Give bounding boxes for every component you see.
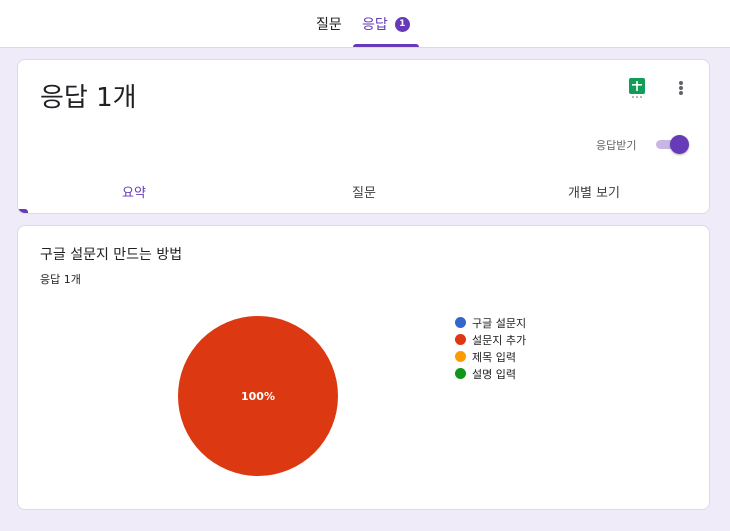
tab-question[interactable]: 질문 <box>352 182 376 201</box>
tab-responses[interactable]: 응답 1 <box>362 0 410 48</box>
accept-responses-toggle[interactable] <box>654 134 690 154</box>
pie-data-label: 100% <box>241 390 275 403</box>
question-summary-card: 구글 설문지 만드는 방법 응답 1개 100% 구글 설문지설문지 추가제목 … <box>17 225 710 510</box>
tab-responses-label: 응답 <box>362 17 388 33</box>
legend-swatch <box>455 351 466 362</box>
more-vert-icon[interactable] <box>672 78 690 98</box>
responses-header-card: 응답 1개 응답받기 요약 질문 개별 보기 <box>17 59 710 214</box>
sheets-icon[interactable] <box>629 78 645 98</box>
responses-title: 응답 1개 <box>40 83 137 113</box>
legend-label: 구글 설문지 <box>472 316 527 330</box>
pie-chart: 100% <box>178 316 338 476</box>
legend-item: 제목 입력 <box>455 348 526 365</box>
legend-item: 구글 설문지 <box>455 314 526 331</box>
chart-legend: 구글 설문지설문지 추가제목 입력설명 입력 <box>455 314 526 382</box>
question-response-count: 응답 1개 <box>40 273 81 286</box>
tab-questions[interactable]: 질문 <box>316 0 342 48</box>
legend-label: 설명 입력 <box>472 367 516 381</box>
legend-swatch <box>455 334 466 345</box>
legend-item: 설문지 추가 <box>455 331 526 348</box>
tab-individual[interactable]: 개별 보기 <box>568 182 620 201</box>
top-bar: 질문 응답 1 <box>0 0 730 48</box>
accept-responses-label: 응답받기 <box>596 139 637 152</box>
tab-summary[interactable]: 요약 <box>122 182 146 201</box>
legend-label: 제목 입력 <box>472 350 516 364</box>
tab-questions-label: 질문 <box>316 17 342 33</box>
legend-item: 설명 입력 <box>455 365 526 382</box>
legend-swatch <box>455 317 466 328</box>
active-subtab-indicator <box>18 209 28 213</box>
legend-swatch <box>455 368 466 379</box>
legend-label: 설문지 추가 <box>472 333 527 347</box>
responses-count-badge: 1 <box>394 16 410 32</box>
active-tab-indicator <box>353 44 419 47</box>
question-title: 구글 설문지 만드는 방법 <box>40 247 183 263</box>
